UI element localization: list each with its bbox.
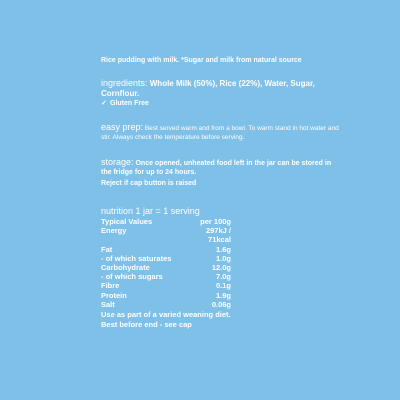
nutrition-row: Carbohydrate 12.0g [101,263,231,272]
reject-note: Reject if cap button is raised [101,180,197,187]
weaning-note: Use as part of a varied weaning diet. [101,310,231,320]
nutrition-header-left: Typical Values [101,217,153,226]
nutrition-row-value: 12.0g [211,263,231,273]
nutrition-row: - of which sugars 7.0g [101,272,231,281]
gluten-free-line: ✓ Gluten Free [101,99,321,108]
nutrition-rows: Energy 297kJ /71kcal Fat 1.6g - of which sat… [101,226,231,309]
nutrition-table: nutrition 1 jar = 1 serving Typical Valu… [101,206,231,329]
nutrition-row: Fat 1.6g [101,245,231,254]
best-before-note: Best before end - see cap [101,320,192,330]
ingredients-text: ingredients: Whole Milk (50%), Rice (22%… [101,78,321,99]
storage-text: storage: Once opened, unheated food left… [101,158,341,177]
nutrition-row: Protein 1.9g [101,291,231,300]
checkmark-icon: ✓ [101,100,107,107]
gluten-free-label: Gluten Free [110,100,149,107]
nutrition-row-value: 297kJ / [205,226,231,236]
nutrition-row-label: - of which sugars [101,272,163,282]
nutrition-title: nutrition 1 jar = 1 serving [101,206,200,216]
nutrition-row-value: 1.0g [215,253,231,263]
nutrition-row-value: 1.9g [215,290,231,300]
nutrition-row-label: Salt [101,299,115,309]
nutrition-row: Energy 297kJ / [101,226,231,235]
nutrition-row-label: - of which saturates [101,253,172,263]
nutrition-header: Typical Values per 100g [101,217,231,226]
nutrition-row-label: Fibre [101,281,120,291]
nutrition-row-value: 0.06g [211,299,231,309]
nutrition-row: Salt 0.06g [101,300,231,309]
nutrition-row: Fibre 0.1g [101,281,231,290]
nutrition-header-right: per 100g [200,217,231,226]
nutrition-row-label: Carbohydrate [101,263,150,273]
nutrition-row-value: 71kcal [208,235,231,245]
storage-description: Once opened, unheated food left in the j… [101,160,332,176]
nutrition-row-value: 1.6g [215,244,231,254]
easy-prep-section: easy prep: Best served warm and from a b… [101,123,341,142]
nutrition-row-value: 0.1g [215,281,231,291]
easy-prep-label: easy prep: [101,122,144,132]
nutrition-row-label: Protein [101,290,127,300]
ingredients-prefix: Whole [147,79,176,88]
ingredients-label: ingredients: [101,78,148,88]
nutrition-row: - of which saturates 1.0g [101,254,231,263]
nutrition-row-label: Energy [101,226,127,236]
product-description: Rice pudding with milk. *Sugar and milk … [101,57,302,64]
nutrition-row-label: Fat [101,244,113,254]
ingredients-section: ingredients: Whole Milk (50%), Rice (22%… [101,78,321,108]
storage-section: storage: Once opened, unheated food left… [101,158,341,188]
storage-label: storage: [101,157,134,167]
nutrition-row-value: 7.0g [215,272,231,282]
ingredients-milk: Milk [175,79,192,88]
nutrition-row: 71kcal [101,235,231,244]
